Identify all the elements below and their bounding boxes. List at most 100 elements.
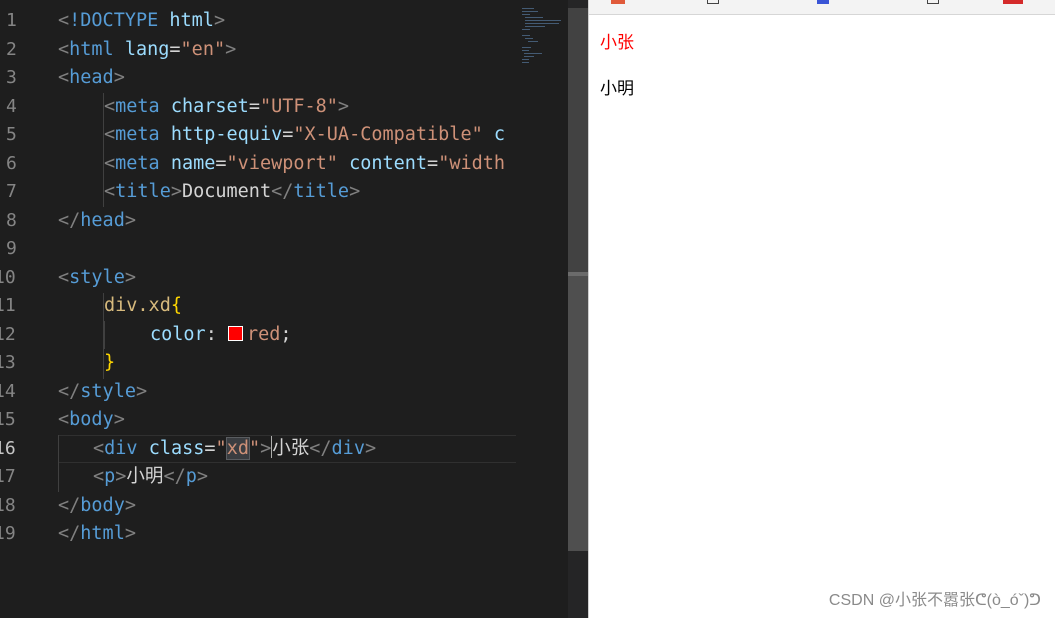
attr-name: content bbox=[349, 153, 428, 174]
page-icon[interactable] bbox=[707, 0, 719, 4]
attr-value-truncated: "width bbox=[438, 153, 506, 174]
extension-icon[interactable] bbox=[1003, 0, 1023, 4]
line-number: 19 bbox=[0, 523, 16, 544]
minimap[interactable] bbox=[516, 0, 568, 618]
browser-toolbar bbox=[589, 0, 1055, 15]
tag-name: div bbox=[331, 438, 365, 459]
attr-name: name bbox=[170, 153, 216, 174]
color-swatch-icon[interactable] bbox=[227, 326, 243, 341]
line-number: 17 bbox=[0, 466, 16, 487]
tag-name: body bbox=[80, 495, 125, 516]
tag-name: body bbox=[69, 409, 114, 430]
preview-paragraph: 小明 bbox=[600, 79, 634, 99]
colon: : bbox=[205, 324, 217, 345]
code-line-6: <meta name="viewport" content="width bbox=[104, 153, 506, 174]
code-line-11: div.xd{ bbox=[104, 292, 182, 321]
attr-name: http-equiv bbox=[170, 124, 283, 145]
minimap-line bbox=[522, 8, 534, 10]
attr-value: "UTF-8" bbox=[259, 96, 338, 117]
line-number-gutter: 12345678910111213141516171819 bbox=[0, 0, 40, 618]
code-line-4: <meta charset="UTF-8"> bbox=[104, 96, 350, 117]
minimap-line bbox=[528, 41, 538, 43]
line-number: 10 bbox=[0, 267, 16, 288]
minimap-viewport-slider[interactable] bbox=[568, 8, 588, 276]
code-line-15: <body> bbox=[58, 409, 125, 430]
doctype-keyword: !DOCTYPE bbox=[69, 10, 159, 31]
code-line-14: </style> bbox=[58, 381, 148, 402]
code-line-5: <meta http-equiv="X-UA-Compatible" c bbox=[104, 124, 506, 145]
tag-name: meta bbox=[115, 96, 160, 117]
attr-value: "X-UA-Compatible" bbox=[293, 124, 483, 145]
minimap-line bbox=[525, 23, 559, 25]
tag-name: style bbox=[69, 267, 125, 288]
line-number: 9 bbox=[6, 238, 17, 259]
minimap-line bbox=[522, 59, 529, 61]
copy-icon[interactable] bbox=[927, 0, 939, 4]
div-text: 小张 bbox=[272, 438, 310, 459]
line-number: 2 bbox=[6, 39, 17, 60]
css-value: red bbox=[246, 324, 281, 345]
minimap-line bbox=[525, 26, 545, 28]
tag-name: head bbox=[69, 67, 114, 88]
tag-name: title bbox=[293, 181, 350, 202]
code-line-16: <div class="xd">小张</div> bbox=[93, 436, 377, 460]
attr-name: lang bbox=[124, 39, 170, 60]
attr-name: class bbox=[148, 438, 205, 459]
code-area[interactable]: <!DOCTYPE html> <html lang="en"> <head> … bbox=[58, 0, 516, 618]
code-editor[interactable]: 12345678910111213141516171819 <!DOCTYPE … bbox=[0, 0, 516, 618]
tag-name: div bbox=[104, 438, 138, 459]
close-brace: } bbox=[104, 352, 116, 373]
line-number: 16 bbox=[0, 438, 16, 459]
code-line-19: </html> bbox=[58, 523, 136, 544]
tag-name: meta bbox=[115, 124, 160, 145]
semicolon: ; bbox=[280, 324, 292, 345]
line-number: 6 bbox=[6, 153, 17, 174]
minimap-line bbox=[522, 62, 529, 64]
browser-preview: 小张 小明 bbox=[588, 0, 1055, 618]
tag-name: p bbox=[104, 466, 116, 487]
minimap-line bbox=[524, 56, 534, 58]
minimap-line bbox=[525, 38, 533, 40]
minimap-line bbox=[522, 29, 530, 31]
minimap-line bbox=[522, 35, 530, 37]
attr-name: charset bbox=[170, 96, 249, 117]
line-number: 7 bbox=[6, 181, 17, 202]
minimap-line bbox=[522, 47, 531, 49]
code-line-10: <style> bbox=[58, 267, 136, 288]
line-number: 18 bbox=[0, 495, 16, 516]
bookmark-icon[interactable] bbox=[817, 0, 829, 4]
line-number: 3 bbox=[6, 67, 17, 88]
line-number: 11 bbox=[0, 295, 16, 316]
css-property: color bbox=[150, 324, 206, 345]
doctype-html: html bbox=[169, 10, 214, 31]
indent-guide bbox=[58, 435, 59, 492]
code-line-13: } bbox=[104, 349, 115, 378]
line-number: 15 bbox=[0, 409, 16, 430]
line-number: 5 bbox=[6, 124, 17, 145]
minimap-line bbox=[522, 14, 530, 16]
tag-name: html bbox=[69, 39, 114, 60]
line-number: 13 bbox=[0, 352, 16, 373]
attr-value: "en" bbox=[180, 39, 226, 60]
minimap-line bbox=[522, 50, 529, 52]
tag-name: html bbox=[80, 523, 125, 544]
minimap-line bbox=[524, 53, 542, 55]
tag-name: head bbox=[80, 210, 125, 231]
back-icon[interactable] bbox=[611, 0, 625, 4]
line-number: 8 bbox=[6, 210, 17, 231]
title-text: Document bbox=[181, 181, 272, 202]
code-line-8: </head> bbox=[58, 210, 136, 231]
code-line-7: <title>Document</title> bbox=[104, 181, 361, 202]
tag-name: style bbox=[80, 381, 136, 402]
p-text: 小明 bbox=[126, 466, 164, 487]
line-number: 12 bbox=[0, 324, 16, 345]
csdn-watermark: CSDN @小张不嚣张ᕦ(ò_óˇ)ᕤ bbox=[828, 592, 1041, 609]
tag-name: meta bbox=[115, 153, 160, 174]
open-brace: { bbox=[170, 295, 182, 316]
scrollbar-thumb[interactable] bbox=[568, 276, 588, 551]
code-line-3: <head> bbox=[58, 67, 125, 88]
code-line-2: <html lang="en"> bbox=[58, 39, 237, 60]
attr-value: "viewport" bbox=[226, 153, 338, 174]
indent-guide bbox=[104, 321, 105, 349]
tag-name: p bbox=[185, 466, 197, 487]
